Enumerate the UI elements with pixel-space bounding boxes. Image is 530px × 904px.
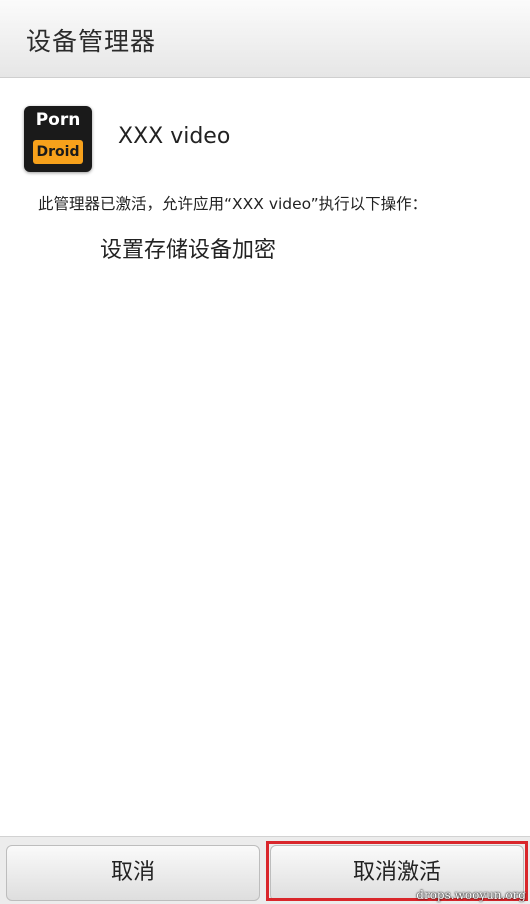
page-title: 设备管理器 — [26, 27, 157, 56]
cancel-button[interactable]: 取消 — [6, 845, 260, 901]
app-name: XXX video — [118, 124, 231, 149]
app-icon-text-bottom: Droid — [33, 140, 83, 164]
admin-description: 此管理器已激活，允许应用“XXX video”执行以下操作： — [38, 195, 428, 213]
app-icon-text-top: Porn — [35, 110, 81, 130]
permission-item: 设置存储设备加密 — [100, 238, 277, 263]
porndroid-app-icon: Porn Droid — [24, 106, 92, 172]
title-bar: 设备管理器 — [0, 0, 530, 78]
watermark: drops.wooyun.org — [416, 888, 526, 902]
device-admin-screen: 设备管理器 Porn Droid XXX video 此管理器已激活，允许应用“… — [0, 0, 530, 904]
